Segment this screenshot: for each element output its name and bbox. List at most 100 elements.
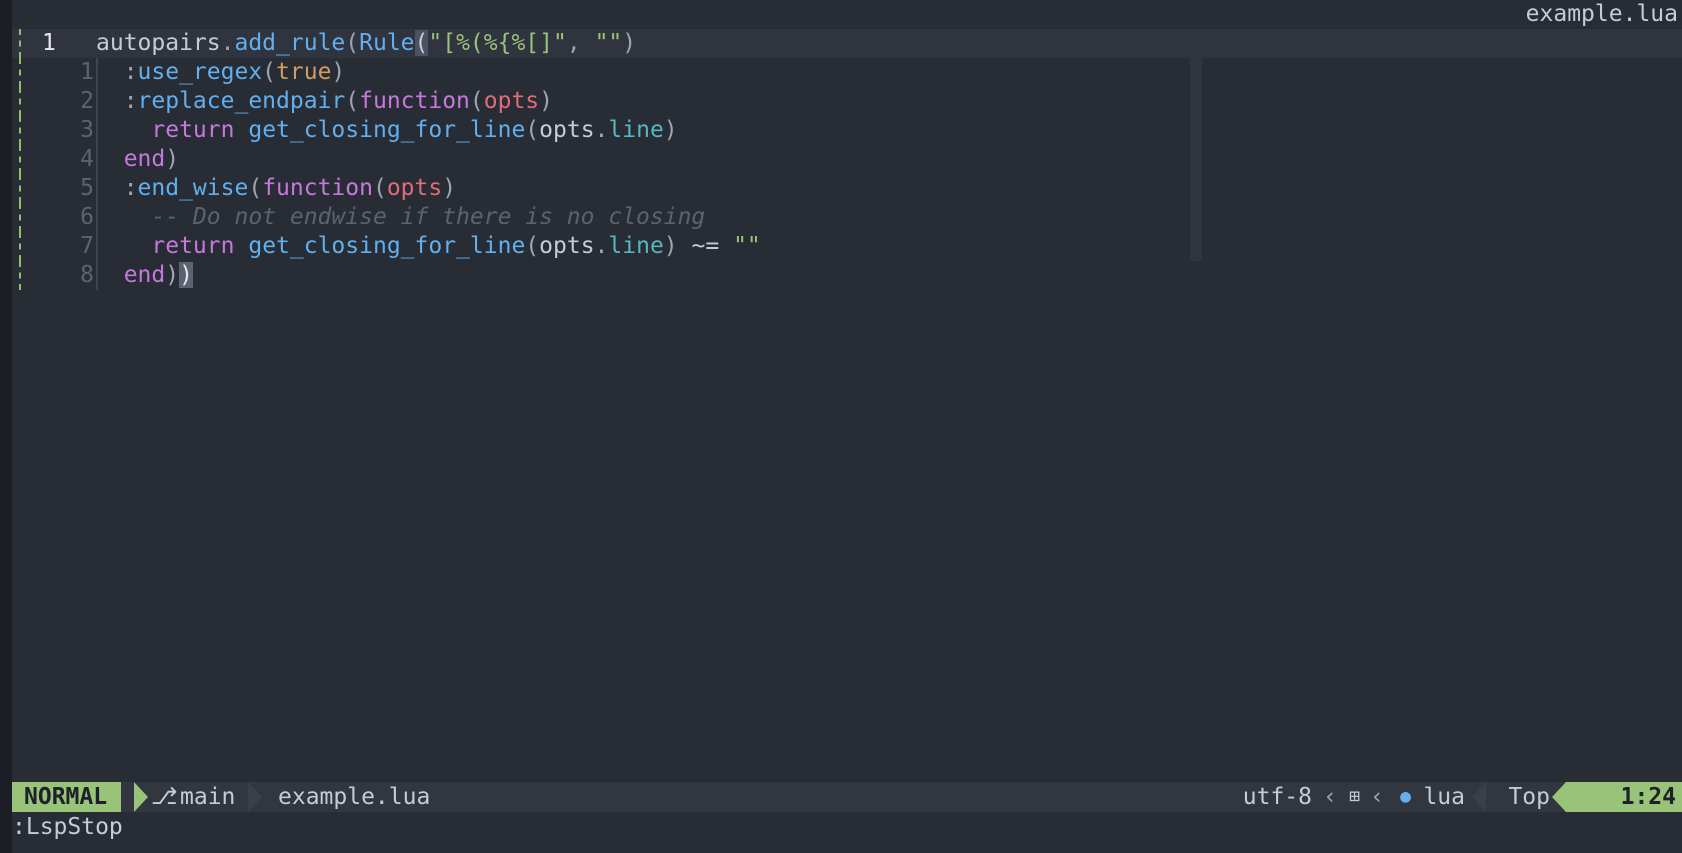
code-token: function xyxy=(359,88,470,114)
left-edge xyxy=(0,0,12,853)
code-token: ) xyxy=(622,30,637,56)
git-branch: main xyxy=(180,784,236,810)
code-token: ( xyxy=(248,175,263,201)
line-number: 4 xyxy=(80,146,94,172)
code-line[interactable]: 2 :replace_endpair(function(opts) xyxy=(12,87,1682,116)
code-line[interactable]: 5 :end_wise(function(opts) xyxy=(12,174,1682,203)
line-number: 7 xyxy=(80,233,94,259)
code-token: -- Do not endwise if there is no closing xyxy=(151,204,706,230)
git-added-sign xyxy=(19,232,23,261)
file-encoding: utf-8 xyxy=(1242,784,1312,810)
mode-separator xyxy=(134,782,148,812)
code-line[interactable]: 8 end)) xyxy=(12,261,1682,290)
code-token: ( xyxy=(525,117,540,143)
line-number: 6 xyxy=(80,204,94,230)
linecol-separator xyxy=(1552,782,1566,812)
code-token: , xyxy=(566,30,595,56)
windows-icon: ⊞ xyxy=(1349,786,1360,807)
code-token: . xyxy=(220,30,235,56)
branch-separator xyxy=(248,782,262,812)
code-text: :end_wise(function(opts) xyxy=(96,174,456,203)
code-token: ) xyxy=(179,262,193,288)
line-number: 8 xyxy=(80,262,94,288)
code-token: "" xyxy=(594,30,623,56)
code-token: opts xyxy=(539,233,595,259)
winbar-filename: example.lua xyxy=(1525,1,1678,27)
position-separator xyxy=(1472,782,1486,812)
code-token: opts xyxy=(386,175,443,201)
git-added-sign xyxy=(19,174,23,203)
line-number: 5 xyxy=(80,175,94,201)
code-token: opts xyxy=(539,117,595,143)
code-token: end_wise xyxy=(137,175,249,201)
lua-icon: ● xyxy=(1400,786,1411,807)
git-added-sign xyxy=(19,29,23,58)
code-text: autopairs.add_rule(Rule("[%(%{%[]", "") xyxy=(96,29,636,58)
code-token: : xyxy=(96,175,138,201)
code-token: ( xyxy=(414,30,429,56)
code-token: line xyxy=(608,117,664,143)
code-token: ( xyxy=(469,88,484,114)
code-text: return get_closing_for_line(opts.line) ~… xyxy=(96,232,761,261)
code-text: end) xyxy=(96,145,179,174)
editor-buffer[interactable]: 1 autopairs.add_rule(Rule("[%(%{%[]", "")… xyxy=(12,29,1682,290)
code-token: end xyxy=(123,262,166,288)
code-token: ) xyxy=(331,59,346,85)
line-number: 1 xyxy=(80,59,94,85)
code-text: :replace_endpair(function(opts) xyxy=(96,87,553,116)
git-added-sign xyxy=(19,145,23,174)
code-token: ) xyxy=(442,175,457,201)
code-text: :use_regex(true) xyxy=(96,58,346,87)
code-token: ) xyxy=(165,262,180,288)
code-line[interactable]: 3 return get_closing_for_line(opts.line) xyxy=(12,116,1682,145)
git-added-sign xyxy=(19,87,23,116)
code-token: Rule xyxy=(359,30,415,56)
code-text: return get_closing_for_line(opts.line) xyxy=(96,116,678,145)
code-token: "" xyxy=(733,233,761,259)
code-token: opts xyxy=(483,88,540,114)
current-line[interactable]: 1 autopairs.add_rule(Rule("[%(%{%[]", "") xyxy=(12,29,1682,58)
nvim-window: example.lua 1 autopairs.add_rule(Rule("[%… xyxy=(0,0,1682,853)
status-filename: example.lua xyxy=(278,784,431,810)
code-token: true xyxy=(276,59,332,85)
code-token: return xyxy=(151,233,235,259)
code-token: replace_endpair xyxy=(137,88,346,114)
code-token: use_regex xyxy=(137,59,263,85)
code-token: ( xyxy=(262,59,277,85)
code-token: line xyxy=(608,233,664,259)
code-line[interactable]: 4 end) xyxy=(12,145,1682,174)
line-number: 1 xyxy=(42,30,56,56)
mode-indicator: NORMAL xyxy=(12,782,122,812)
code-token: ) xyxy=(663,117,678,143)
code-token: ( xyxy=(345,30,360,56)
winbar: example.lua xyxy=(12,0,1682,29)
statusline: NORMAL ⎇ main example.lua utf-8 ‹ ⊞ ‹ ● … xyxy=(12,782,1682,812)
code-token: . xyxy=(594,117,609,143)
code-token: ) xyxy=(539,88,554,114)
code-token: return xyxy=(151,117,235,143)
code-token: : xyxy=(96,59,138,85)
code-token: ) xyxy=(165,146,180,172)
code-line[interactable]: 7 return get_closing_for_line(opts.line)… xyxy=(12,232,1682,261)
code-token: function xyxy=(262,175,373,201)
code-token: add_rule xyxy=(234,30,346,56)
code-line[interactable]: 6 -- Do not endwise if there is no closi… xyxy=(12,203,1682,232)
code-token: get_closing_for_line xyxy=(248,233,526,259)
code-line[interactable]: 1 :use_regex(true) xyxy=(12,58,1682,87)
line-number: 3 xyxy=(80,117,94,143)
command-line[interactable]: :LspStop xyxy=(12,812,123,842)
code-text: end)) xyxy=(96,261,193,290)
code-token: autopairs xyxy=(96,30,221,56)
code-token: "[%(%{%[]" xyxy=(428,30,567,56)
code-token: get_closing_for_line xyxy=(248,117,526,143)
separator-chevron-icon: ‹ xyxy=(1370,784,1384,810)
code-token: ( xyxy=(372,175,387,201)
git-added-sign xyxy=(19,203,23,232)
